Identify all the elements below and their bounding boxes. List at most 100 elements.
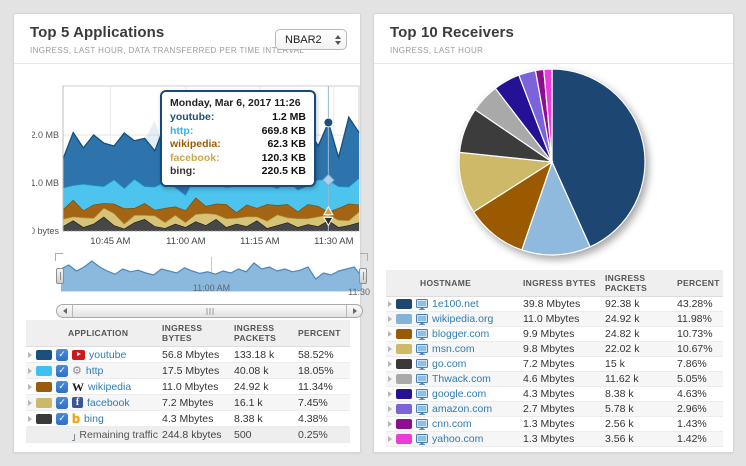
- hostname-link[interactable]: 1e100.net: [432, 298, 479, 310]
- column-header[interactable]: HOSTNAME: [386, 270, 521, 297]
- scrubber-handle-left[interactable]: [56, 268, 64, 284]
- packets-cell: 11.62 k: [603, 372, 675, 387]
- application-link[interactable]: youtube: [89, 349, 126, 361]
- series-checkbox[interactable]: ✓: [56, 413, 68, 425]
- packets-cell: 8.38 k: [232, 411, 296, 427]
- series-checkbox[interactable]: ✓: [56, 381, 68, 393]
- scrubber-end-label: 11:30: [348, 287, 370, 297]
- bytes-cell: 4.3 Mbytes: [160, 411, 232, 427]
- percent-cell: 58.52%: [296, 347, 350, 363]
- receiver-row: cnn.com1.3 Mbytes2.56 k1.43%: [386, 417, 723, 432]
- tooltip-row: facebook:120.3 KB: [170, 152, 306, 166]
- application-link[interactable]: wikipedia: [88, 381, 131, 393]
- bytes-cell: 4.6 Mbytes: [521, 372, 603, 387]
- expand-caret-icon[interactable]: [388, 391, 392, 397]
- expand-caret-icon[interactable]: [388, 376, 392, 382]
- percent-cell: 5.05%: [675, 372, 723, 387]
- monitor-icon: [416, 374, 428, 385]
- hostname-link[interactable]: google.com: [432, 388, 486, 400]
- bytes-cell: 11.0 Mbytes: [160, 379, 232, 395]
- column-header[interactable]: INGRESS PACKETS: [603, 270, 675, 297]
- column-header[interactable]: APPLICATION: [26, 320, 160, 347]
- percent-cell: 4.63%: [675, 387, 723, 402]
- bytes-cell: 39.8 Mbytes: [521, 297, 603, 312]
- bytes-cell: 7.2 Mbytes: [521, 357, 603, 372]
- series-checkbox[interactable]: ✓: [56, 397, 68, 409]
- series-color-swatch: [396, 314, 412, 324]
- column-header[interactable]: INGRESS BYTES: [521, 270, 603, 297]
- column-header[interactable]: PERCENT: [296, 320, 350, 347]
- series-color-swatch: [396, 299, 412, 309]
- packets-cell: 92.38 k: [603, 297, 675, 312]
- header-divider: [374, 63, 733, 64]
- expand-caret-icon[interactable]: [388, 361, 392, 367]
- series-color-swatch: [36, 382, 52, 392]
- receiver-row: google.com4.3 Mbytes8.38 k4.63%: [386, 387, 723, 402]
- flow-type-dropdown[interactable]: NBAR2: [275, 29, 347, 50]
- bytes-cell: 7.2 Mbytes: [160, 395, 232, 411]
- application-row: ✓ youtube56.8 Mbytes133.18 k58.52%: [26, 347, 350, 363]
- expand-caret-icon[interactable]: [388, 301, 392, 307]
- scrollbar-right-arrow-icon[interactable]: [346, 305, 362, 317]
- hostname-link[interactable]: blogger.com: [432, 328, 489, 340]
- monitor-icon: [416, 389, 428, 400]
- receivers-pie-chart[interactable]: [374, 66, 735, 266]
- expand-caret-icon[interactable]: [28, 352, 32, 358]
- bytes-cell: 4.3 Mbytes: [521, 387, 603, 402]
- hostname-link[interactable]: Thwack.com: [432, 373, 491, 385]
- column-header[interactable]: INGRESS PACKETS: [232, 320, 296, 347]
- bytes-cell: 17.5 Mbytes: [160, 363, 232, 379]
- expand-caret-icon[interactable]: [28, 400, 32, 406]
- scrollbar-grip[interactable]: [206, 308, 213, 315]
- hostname-link[interactable]: yahoo.com: [432, 433, 483, 445]
- column-header[interactable]: INGRESS BYTES: [160, 320, 232, 347]
- monitor-icon: [416, 404, 428, 415]
- monitor-icon: [416, 329, 428, 340]
- tooltip-row: bing:220.5 KB: [170, 165, 306, 179]
- monitor-icon: [416, 359, 428, 370]
- hostname-link[interactable]: wikipedia.org: [432, 313, 493, 325]
- expand-caret-icon[interactable]: [28, 416, 32, 422]
- series-color-swatch: [36, 414, 52, 424]
- expand-caret-icon[interactable]: [388, 436, 392, 442]
- expand-caret-icon[interactable]: [388, 346, 392, 352]
- receivers-table: HOSTNAMEINGRESS BYTESINGRESS PACKETSPERC…: [386, 270, 723, 447]
- series-color-swatch: [396, 359, 412, 369]
- expand-caret-icon[interactable]: [28, 368, 32, 374]
- hostname-link[interactable]: cnn.com: [432, 418, 472, 430]
- series-checkbox[interactable]: ✓: [56, 349, 68, 361]
- expand-caret-icon[interactable]: [388, 316, 392, 322]
- scrubber-handle-right[interactable]: [359, 268, 367, 284]
- expand-caret-icon[interactable]: [388, 406, 392, 412]
- application-link[interactable]: bing: [84, 413, 104, 425]
- monitor-icon: [416, 299, 428, 310]
- series-color-swatch: [36, 350, 52, 360]
- percent-cell: 10.73%: [675, 327, 723, 342]
- column-header[interactable]: PERCENT: [675, 270, 723, 297]
- hostname-link[interactable]: msn.com: [432, 343, 475, 355]
- top-5-applications-panel: Top 5 Applications INGRESS, LAST HOUR, D…: [13, 13, 361, 453]
- bytes-cell: 9.9 Mbytes: [521, 327, 603, 342]
- scrubber-mid-label: 11:00 AM: [193, 283, 230, 293]
- receiver-row: 1e100.net39.8 Mbytes92.38 k43.28%: [386, 297, 723, 312]
- netflow-dashboard: Top 5 Applications INGRESS, LAST HOUR, D…: [0, 0, 746, 466]
- percent-cell: 11.98%: [675, 312, 723, 327]
- expand-caret-icon[interactable]: [388, 421, 392, 427]
- series-checkbox[interactable]: ✓: [56, 365, 68, 377]
- application-link[interactable]: facebook: [87, 397, 130, 409]
- application-link[interactable]: http: [86, 365, 104, 377]
- header-divider: [14, 63, 360, 64]
- packets-cell: 500: [232, 427, 296, 443]
- time-range-scrubber[interactable]: 11:00 AM 11:30: [61, 255, 362, 301]
- panel-subtitle: INGRESS, LAST HOUR: [390, 46, 483, 55]
- dropdown-value: NBAR2: [285, 34, 322, 46]
- expand-caret-icon[interactable]: [28, 384, 32, 390]
- chart-tooltip: Monday, Mar 6, 2017 11:26 youtube:1.2 MB…: [160, 90, 316, 187]
- scrollbar-left-arrow-icon[interactable]: [57, 305, 73, 317]
- hostname-link[interactable]: amazon.com: [432, 403, 492, 415]
- series-color-swatch: [396, 344, 412, 354]
- hostname-link[interactable]: go.com: [432, 358, 466, 370]
- percent-cell: 11.34%: [296, 379, 350, 395]
- expand-caret-icon[interactable]: [388, 331, 392, 337]
- chart-scrollbar[interactable]: [56, 304, 363, 318]
